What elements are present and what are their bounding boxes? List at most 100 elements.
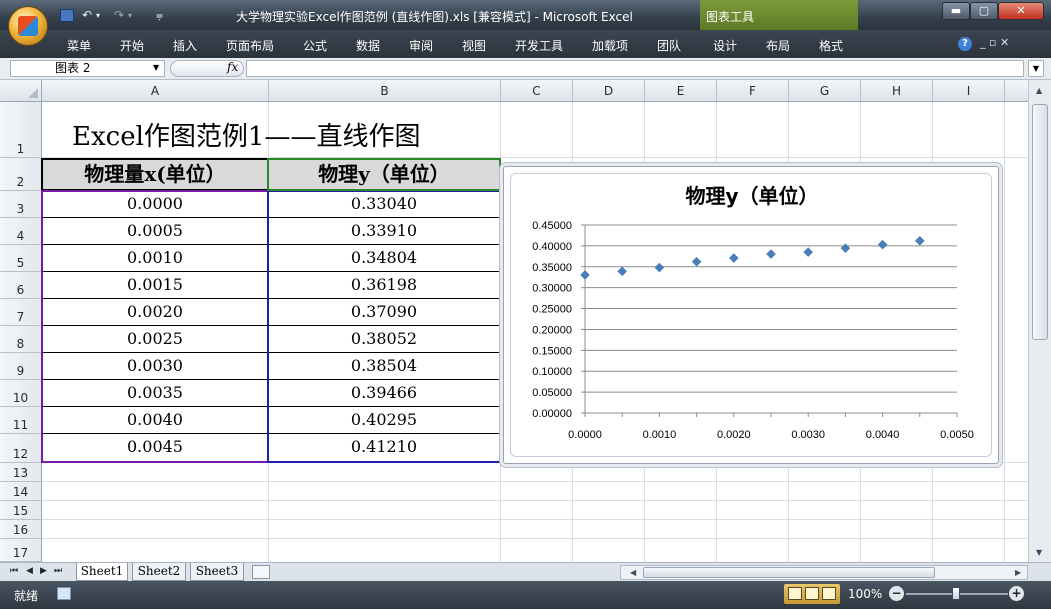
cell-y[interactable]: 0.34804 xyxy=(267,245,501,273)
vertical-scroll-thumb[interactable] xyxy=(1032,104,1048,340)
column-header-f[interactable]: F xyxy=(717,80,789,102)
row-header[interactable]: 10 xyxy=(0,380,42,407)
row-header[interactable]: 6 xyxy=(0,272,42,299)
row-header[interactable]: 17 xyxy=(0,539,42,562)
cell-x[interactable]: 0.0035 xyxy=(41,380,269,408)
header-cell-y[interactable]: 物理y（单位） xyxy=(267,158,501,191)
row-header[interactable]: 12 xyxy=(0,434,42,463)
cell-y[interactable]: 0.39466 xyxy=(267,380,501,408)
row-header[interactable]: 7 xyxy=(0,299,42,326)
next-sheet-icon[interactable]: ▶ xyxy=(40,566,47,576)
maximize-button[interactable]: ▢ xyxy=(970,2,998,20)
row-header[interactable]: 4 xyxy=(0,218,42,245)
row-header[interactable]: 3 xyxy=(0,191,42,218)
cell-x[interactable]: 0.0045 xyxy=(41,434,269,463)
undo-icon[interactable]: ↶ xyxy=(82,8,92,22)
expand-formula-bar-icon[interactable]: ▼ xyxy=(1028,60,1044,77)
tab-home[interactable]: 开始 xyxy=(120,37,144,54)
row-header[interactable]: 15 xyxy=(0,501,42,520)
column-header-e[interactable]: E xyxy=(645,80,717,102)
cell-y[interactable]: 0.37090 xyxy=(267,299,501,327)
column-header-j[interactable] xyxy=(1005,80,1028,102)
column-header-b[interactable]: B xyxy=(269,80,501,102)
select-all-corner[interactable] xyxy=(0,80,42,102)
last-sheet-icon[interactable]: ⏭ xyxy=(54,566,62,576)
insert-sheet-icon[interactable] xyxy=(252,565,270,579)
tab-view[interactable]: 视图 xyxy=(462,37,486,54)
cell-x[interactable]: 0.0025 xyxy=(41,326,269,354)
column-header-i[interactable]: I xyxy=(933,80,1005,102)
horizontal-scroll-thumb[interactable] xyxy=(643,567,935,578)
tab-design[interactable]: 设计 xyxy=(713,37,737,54)
row-header[interactable]: 5 xyxy=(0,245,42,272)
cell-x[interactable]: 0.0020 xyxy=(41,299,269,327)
vertical-scrollbar[interactable]: ▲ ▼ xyxy=(1028,80,1051,562)
row-header[interactable]: 14 xyxy=(0,482,42,501)
header-cell-x[interactable]: 物理量x(单位） xyxy=(41,158,269,191)
scroll-right-icon[interactable]: ▶ xyxy=(1015,568,1021,577)
insert-function-icon[interactable]: fx xyxy=(227,60,238,74)
undo-dropdown-icon[interactable]: ▾ xyxy=(96,11,100,20)
cell-y[interactable]: 0.40295 xyxy=(267,407,501,435)
scroll-down-icon[interactable]: ▼ xyxy=(1036,548,1042,557)
help-icon[interactable]: ? xyxy=(958,37,972,51)
tab-page-layout[interactable]: 页面布局 xyxy=(226,37,274,54)
page-break-view-icon[interactable] xyxy=(822,587,836,600)
normal-view-icon[interactable] xyxy=(788,587,802,600)
workbook-controls[interactable]: _ ▫ ✕ xyxy=(980,36,1009,49)
tab-team[interactable]: 团队 xyxy=(657,37,681,54)
office-button[interactable] xyxy=(8,6,48,46)
column-header-h[interactable]: H xyxy=(861,80,933,102)
zoom-slider-thumb[interactable] xyxy=(952,587,960,600)
cell-x[interactable]: 0.0010 xyxy=(41,245,269,273)
row-header[interactable]: 13 xyxy=(0,463,42,482)
tab-insert[interactable]: 插入 xyxy=(173,37,197,54)
tab-menu[interactable]: 菜单 xyxy=(67,37,91,54)
cell-x[interactable]: 0.0000 xyxy=(41,191,269,219)
row-header[interactable]: 2 xyxy=(0,158,42,191)
sheet-tab-sheet1[interactable]: Sheet1 xyxy=(76,563,128,581)
sheet-tab-sheet2[interactable]: Sheet2 xyxy=(132,563,186,581)
cell-y[interactable]: 0.38052 xyxy=(267,326,501,354)
scatter-chart[interactable]: 物理y（单位） 0.00000 0.05000 0.10000 0.15000 0.200… xyxy=(503,166,999,464)
worksheet-grid[interactable]: A B C D E F G H I 1 2 3 4 5 6 7 8 9 10 1… xyxy=(0,80,1028,562)
zoom-level[interactable]: 100% xyxy=(848,587,882,601)
prev-sheet-icon[interactable]: ◀ xyxy=(26,566,33,576)
scroll-up-icon[interactable]: ▲ xyxy=(1036,86,1042,95)
name-box-dropdown-icon[interactable]: ▼ xyxy=(153,63,159,72)
formula-input[interactable] xyxy=(246,60,1024,77)
minimize-button[interactable]: ▬ xyxy=(942,2,970,20)
tab-developer[interactable]: 开发工具 xyxy=(515,37,563,54)
row-header[interactable]: 16 xyxy=(0,520,42,539)
scroll-left-icon[interactable]: ◀ xyxy=(630,568,636,577)
column-header-g[interactable]: G xyxy=(789,80,861,102)
row-header[interactable]: 9 xyxy=(0,353,42,380)
cell-y[interactable]: 0.36198 xyxy=(267,272,501,300)
tab-layout[interactable]: 布局 xyxy=(766,37,790,54)
row-header[interactable]: 8 xyxy=(0,326,42,353)
cell-y[interactable]: 0.41210 xyxy=(267,434,501,463)
column-header-a[interactable]: A xyxy=(42,80,269,102)
redo-dropdown-icon[interactable]: ▾ xyxy=(128,11,132,20)
tab-formulas[interactable]: 公式 xyxy=(303,37,327,54)
horizontal-scrollbar[interactable]: ◀ ▶ xyxy=(620,565,1028,580)
cell-y[interactable]: 0.38504 xyxy=(267,353,501,381)
zoom-in-icon[interactable]: + xyxy=(1009,586,1024,601)
tab-add-ins[interactable]: 加载项 xyxy=(592,37,628,54)
first-sheet-icon[interactable]: ⏮ xyxy=(10,566,18,576)
row-header[interactable]: 1 xyxy=(0,102,42,158)
zoom-out-icon[interactable]: − xyxy=(889,586,904,601)
page-layout-view-icon[interactable] xyxy=(805,587,819,600)
save-icon[interactable] xyxy=(60,9,74,22)
row-header[interactable]: 11 xyxy=(0,407,42,434)
cell-x[interactable]: 0.0015 xyxy=(41,272,269,300)
column-header-c[interactable]: C xyxy=(501,80,573,102)
column-header-d[interactable]: D xyxy=(573,80,645,102)
cell-y[interactable]: 0.33040 xyxy=(267,191,501,219)
customize-toolbar-icon[interactable]: ⩦ xyxy=(156,8,163,23)
tab-data[interactable]: 数据 xyxy=(356,37,380,54)
redo-icon[interactable]: ↷ xyxy=(114,8,124,22)
cell-x[interactable]: 0.0040 xyxy=(41,407,269,435)
close-button[interactable]: ✕ xyxy=(998,2,1044,20)
tab-format[interactable]: 格式 xyxy=(819,37,843,54)
